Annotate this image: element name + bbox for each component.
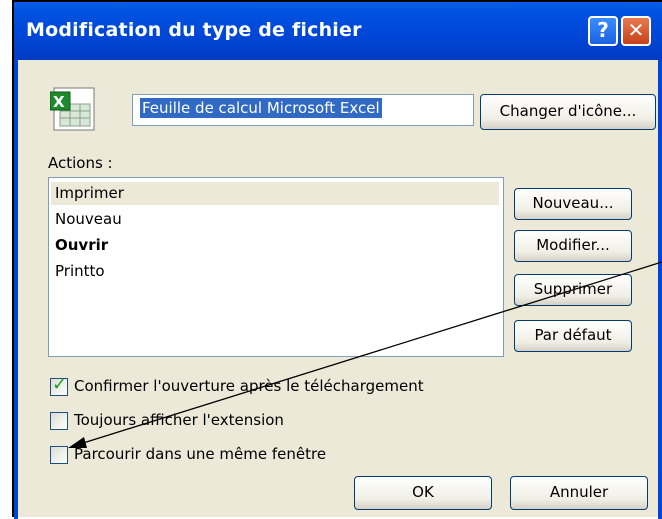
- confirm-open-checkbox[interactable]: ✓: [50, 374, 68, 396]
- set-default-button[interactable]: Par défaut: [514, 320, 632, 352]
- change-icon-label: Changer d'icône...: [499, 102, 637, 120]
- checkmark-icon: ✓: [52, 374, 68, 395]
- window-border-right: [658, 60, 662, 519]
- delete-action-button[interactable]: Supprimer: [514, 274, 632, 306]
- list-item-ouvrir[interactable]: Ouvrir: [55, 236, 108, 254]
- cancel-button[interactable]: Annuler: [510, 476, 648, 510]
- same-window-label: Parcourir dans une même fenêtre: [74, 445, 327, 463]
- excel-file-icon: X: [50, 87, 95, 131]
- file-type-name-text: Feuille de calcul Microsoft Excel: [140, 98, 382, 118]
- actions-list[interactable]: Imprimer Nouveau Ouvrir Printto: [48, 177, 504, 357]
- edit-action-button[interactable]: Modifier...: [514, 230, 632, 262]
- close-button[interactable]: ✕: [621, 16, 651, 46]
- window-border-left: [14, 60, 18, 519]
- confirm-open-label: Confirmer l'ouverture après le télécharg…: [74, 377, 424, 395]
- new-action-button[interactable]: Nouveau...: [514, 188, 632, 220]
- ok-button[interactable]: OK: [354, 476, 492, 510]
- actions-label: Actions :: [48, 154, 113, 172]
- list-item-imprimer[interactable]: Imprimer: [55, 184, 124, 202]
- show-extension-checkbox[interactable]: [50, 412, 68, 430]
- list-item-nouveau[interactable]: Nouveau: [55, 210, 122, 228]
- file-type-name-field[interactable]: Feuille de calcul Microsoft Excel: [132, 94, 474, 126]
- svg-text:X: X: [53, 93, 65, 111]
- help-button[interactable]: ?: [588, 16, 618, 46]
- window-title: Modification du type de fichier: [26, 19, 362, 41]
- title-bar[interactable]: Modification du type de fichier ? ✕: [14, 2, 662, 60]
- change-icon-button[interactable]: Changer d'icône...: [480, 94, 656, 130]
- dialog-window: Modification du type de fichier ? ✕ X Fe…: [12, 0, 662, 519]
- same-window-checkbox[interactable]: [50, 446, 68, 464]
- show-extension-label: Toujours afficher l'extension: [74, 411, 284, 429]
- list-item-printto[interactable]: Printto: [55, 262, 105, 280]
